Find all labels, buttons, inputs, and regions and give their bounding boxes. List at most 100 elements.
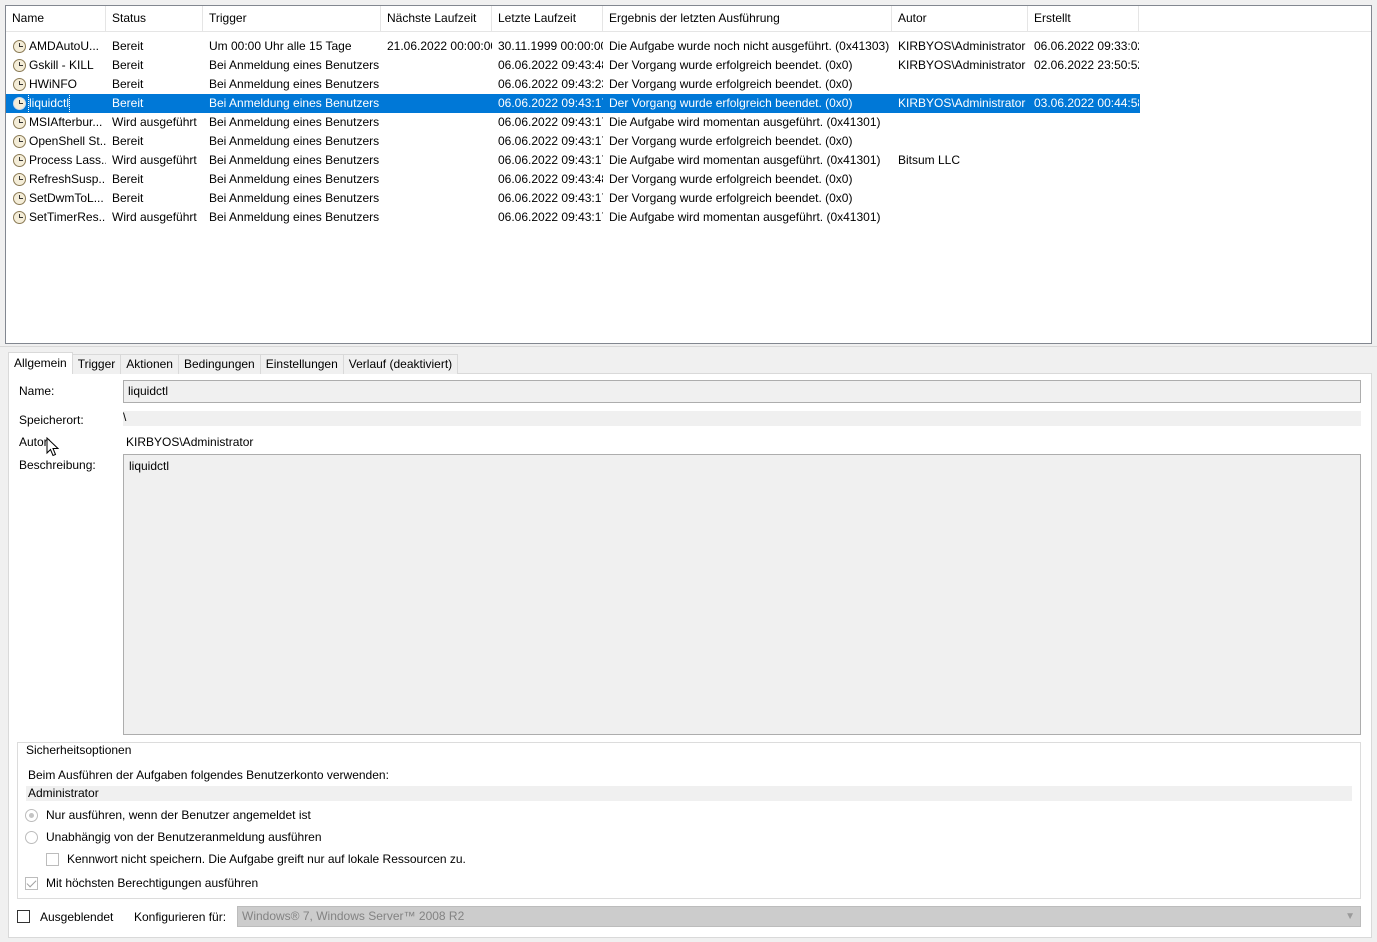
tab-settings[interactable]: Einstellungen — [259, 354, 344, 374]
task-last-run: 06.06.2022 09:43:23 — [498, 77, 603, 91]
clock-icon — [13, 192, 26, 205]
chevron-down-icon: ▼ — [1345, 911, 1355, 922]
task-name: Process Lass... — [6, 151, 106, 170]
task-next-run — [381, 94, 492, 113]
description-field[interactable]: liquidctl — [123, 454, 1361, 735]
clock-icon — [13, 154, 26, 167]
no-password-label[interactable]: Kennwort nicht speichern. Die Aufgabe gr… — [67, 852, 466, 866]
task-last-result: Die Aufgabe wird momentan ausgeführt. (0… — [609, 115, 881, 129]
task-author — [892, 132, 1028, 151]
hidden-label[interactable]: Ausgeblendet — [40, 910, 113, 924]
task-status: Bereit — [112, 96, 144, 110]
task-status: Bereit — [112, 77, 144, 91]
task-name: MSIAfterbur... — [6, 113, 106, 132]
task-last-result: Die Aufgabe wird momentan ausgeführt. (0… — [609, 153, 881, 167]
task-author — [892, 189, 1028, 208]
task-trigger: Bei Anmeldung eines Benutzers — [209, 58, 380, 72]
highest-privileges-label[interactable]: Mit höchsten Berechtigungen ausführen — [46, 876, 258, 890]
task-author: KIRBYOS\Administrator — [898, 96, 1026, 110]
radio-run-logged-on[interactable] — [25, 809, 38, 822]
task-last-run: 06.06.2022 09:43:17 — [498, 115, 603, 129]
task-name-text: liquidctl — [27, 94, 71, 113]
column-header-next-run[interactable]: Nächste Laufzeit — [381, 6, 492, 32]
task-next-run — [381, 75, 492, 94]
task-row[interactable]: HWiNFO Bereit Bei Anmeldung eines Benutzer… — [6, 75, 1371, 94]
task-row[interactable]: MSIAfterbur... Wird ausgeführt Bei Anmeldu… — [6, 113, 1371, 132]
description-value: liquidctl — [129, 459, 170, 473]
task-row[interactable]: AMDAutoU... Bereit Um 00:00 Uhr alle 15 Ta… — [6, 37, 1371, 56]
task-status: Bereit — [112, 58, 144, 72]
tab-conditions[interactable]: Bedingungen — [177, 354, 261, 374]
task-row[interactable]: Gskill - KILL Bereit Bei Anmeldung eines B… — [6, 56, 1371, 75]
task-next-run: 21.06.2022 00:00:00 — [387, 39, 492, 53]
task-row[interactable]: SetTimerRes... Wird ausgeführt Bei Anmeldu… — [6, 208, 1371, 227]
column-header-name[interactable]: Name — [6, 6, 106, 32]
hidden-checkbox[interactable] — [17, 910, 30, 923]
author-value[interactable]: KIRBYOS\Administrator — [126, 435, 253, 449]
task-status: Bereit — [112, 134, 144, 148]
task-last-result: Der Vorgang wurde erfolgreich beendet. (… — [609, 77, 853, 91]
task-last-run: 06.06.2022 09:43:17 — [498, 134, 603, 148]
tab-general[interactable]: Allgemein — [8, 352, 73, 374]
column-header-created[interactable]: Erstellt — [1028, 6, 1139, 32]
task-name-text: SetTimerRes... — [29, 210, 106, 224]
task-name-text: AMDAutoU... — [29, 39, 100, 53]
column-header-trigger[interactable]: Trigger — [203, 6, 381, 32]
radio-run-independent[interactable] — [25, 831, 38, 844]
pane-splitter[interactable] — [0, 346, 1377, 349]
no-password-checkbox[interactable] — [46, 853, 59, 866]
radio-run-independent-label[interactable]: Unabhängig von der Benutzeranmeldung aus… — [46, 830, 322, 844]
task-name-text: HWiNFO — [29, 77, 77, 91]
task-row[interactable]: liquidctl Bereit Bei Anmeldung eines Benut… — [6, 94, 1140, 113]
task-name-text: MSIAfterbur... — [29, 115, 103, 129]
task-row[interactable]: SetDwmToL... Bereit Bei Anmeldung eines Be… — [6, 189, 1371, 208]
task-row[interactable]: Process Lass... Wird ausgeführt Bei Anmeld… — [6, 151, 1371, 170]
location-field[interactable]: \ — [123, 410, 1361, 426]
column-header-last-result[interactable]: Ergebnis der letzten Ausführung — [603, 6, 892, 32]
task-row[interactable]: RefreshSusp... Bereit Bei Anmeldung eines … — [6, 170, 1371, 189]
column-header-author[interactable]: Autor — [892, 6, 1028, 32]
task-row[interactable]: OpenShell St... Bereit Bei Anmeldung eines… — [6, 132, 1371, 151]
name-value: liquidctl — [128, 384, 169, 398]
task-last-result: Der Vorgang wurde erfolgreich beendet. (… — [609, 191, 853, 205]
task-created — [1028, 208, 1139, 227]
highest-privileges-checkbox[interactable] — [25, 877, 38, 890]
column-header-last-run[interactable]: Letzte Laufzeit — [492, 6, 603, 32]
name-field[interactable]: liquidctl — [123, 380, 1361, 403]
task-last-run: 06.06.2022 09:43:17 — [498, 96, 603, 110]
task-name: Gskill - KILL — [6, 56, 106, 75]
task-last-run: 06.06.2022 09:43:17 — [498, 191, 603, 205]
mouse-pointer-icon — [46, 437, 60, 457]
tab-triggers[interactable]: Trigger — [71, 354, 122, 374]
task-next-run — [381, 151, 492, 170]
task-trigger: Bei Anmeldung eines Benutzers — [209, 96, 380, 110]
task-name-text: OpenShell St... — [29, 134, 106, 148]
task-last-run: 06.06.2022 09:43:48 — [498, 172, 603, 186]
task-created: 03.06.2022 00:44:58 — [1034, 96, 1139, 110]
radio-run-logged-on-label[interactable]: Nur ausführen, wenn der Benutzer angemel… — [46, 808, 311, 822]
task-status: Wird ausgeführt — [112, 153, 197, 167]
task-created — [1028, 75, 1139, 94]
task-name: liquidctl — [6, 94, 106, 113]
name-label: Name: — [19, 384, 55, 398]
task-last-run: 06.06.2022 09:43:17 — [498, 153, 603, 167]
tab-history[interactable]: Verlauf (deaktiviert) — [342, 354, 459, 374]
task-last-run: 06.06.2022 09:43:48 — [498, 58, 603, 72]
task-author — [892, 113, 1028, 132]
task-last-result: Der Vorgang wurde erfolgreich beendet. (… — [609, 134, 853, 148]
task-author — [892, 170, 1028, 189]
tab-actions[interactable]: Aktionen — [120, 354, 179, 374]
configure-for-select[interactable]: Windows® 7, Windows Server™ 2008 R2 ▼ — [237, 906, 1361, 927]
task-list[interactable]: Name Status Trigger Nächste Laufzeit Let… — [5, 5, 1372, 344]
task-name-text: Gskill - KILL — [29, 58, 94, 72]
account-value: Administrator — [28, 786, 99, 800]
task-status: Bereit — [112, 39, 144, 53]
task-trigger: Bei Anmeldung eines Benutzers — [209, 153, 380, 167]
clock-icon — [13, 116, 26, 129]
column-header-status[interactable]: Status — [106, 6, 203, 32]
task-trigger: Bei Anmeldung eines Benutzers — [209, 191, 380, 205]
account-field[interactable]: Administrator — [26, 786, 1352, 801]
task-status: Bereit — [112, 172, 144, 186]
clock-icon — [13, 211, 26, 224]
task-last-run: 30.11.1999 00:00:00 — [498, 39, 603, 53]
